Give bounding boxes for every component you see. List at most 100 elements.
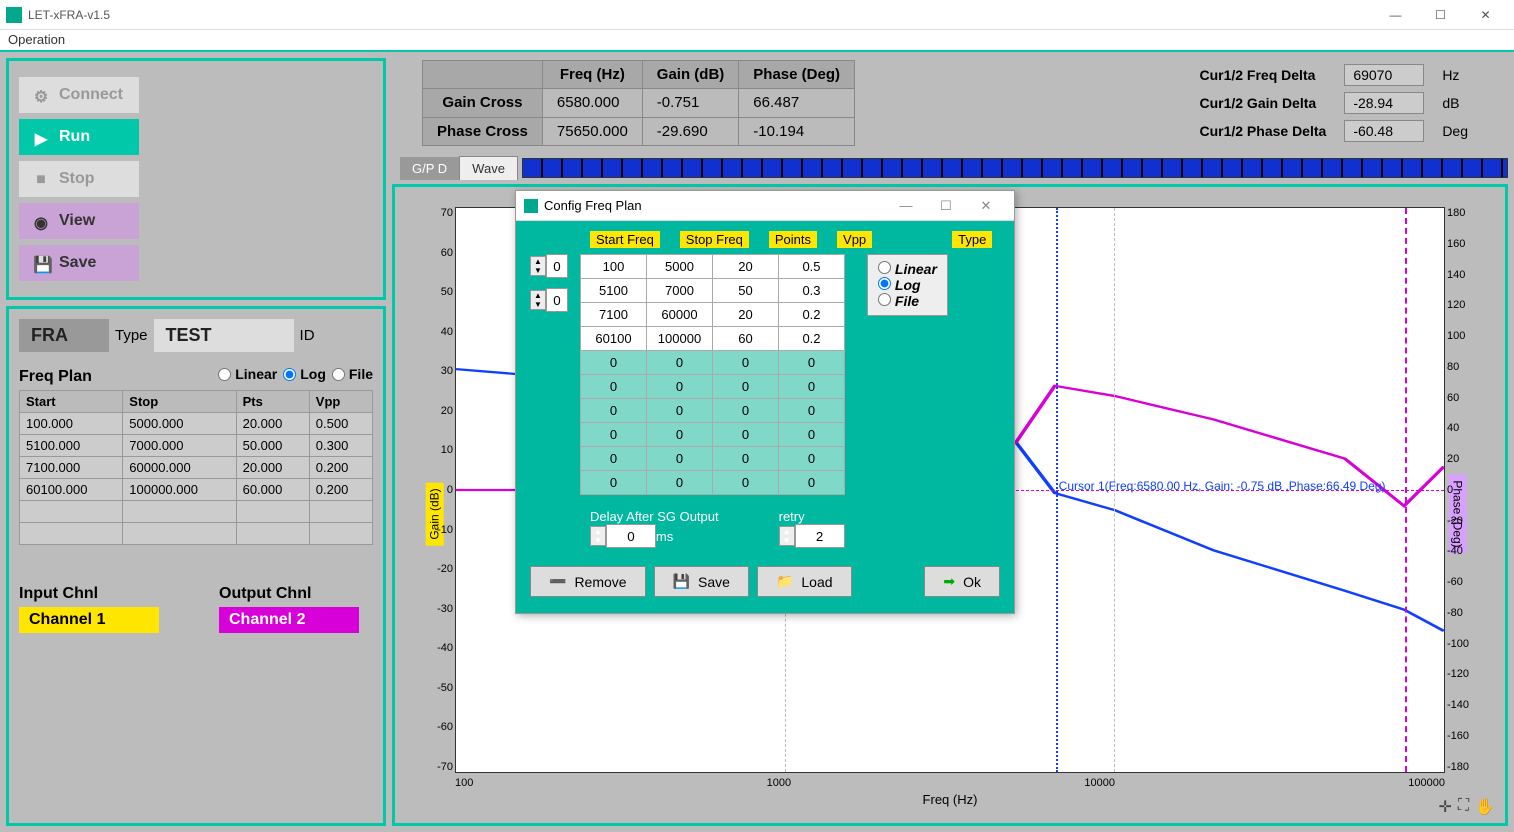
- table-row[interactable]: [20, 501, 373, 523]
- run-button[interactable]: ▶Run: [19, 119, 139, 155]
- delta-table: Cur1/2 Freq Delta69070HzCur1/2 Gain Delt…: [1189, 60, 1478, 146]
- close-button[interactable]: ✕: [1463, 0, 1508, 30]
- view-label: View: [59, 212, 95, 230]
- spinner-1[interactable]: ▲▼: [530, 254, 570, 278]
- id-value[interactable]: TEST: [154, 319, 294, 352]
- delay-label: Delay After SG Output: [590, 509, 719, 524]
- freq-plan-radios: Linear Log File: [214, 366, 373, 382]
- stop-icon: ■: [33, 171, 49, 187]
- table-row[interactable]: 0000: [581, 423, 845, 447]
- dialog-title: Config Freq Plan: [544, 198, 642, 213]
- radio-linear[interactable]: [218, 368, 231, 381]
- save-label: Save: [59, 254, 96, 272]
- up-arrow-icon[interactable]: ▲: [780, 527, 794, 536]
- radio-log[interactable]: [283, 368, 296, 381]
- timeline-bar[interactable]: [522, 158, 1508, 178]
- input-chnl-label: Input Chnl: [19, 585, 159, 603]
- table-row[interactable]: 5100.0007000.00050.0000.300: [20, 435, 373, 457]
- radio-file[interactable]: [332, 368, 345, 381]
- cross-table: Freq (Hz)Gain (dB)Phase (Deg)Gain Cross6…: [422, 60, 855, 146]
- app-logo-icon: [6, 7, 22, 23]
- up-arrow-icon[interactable]: ▲: [531, 257, 545, 266]
- col-header: Start: [20, 391, 123, 413]
- tab-wave[interactable]: Wave: [459, 156, 518, 180]
- table-row[interactable]: 100.0005000.00020.0000.500: [20, 413, 373, 435]
- spinner-2[interactable]: ▲▼: [530, 288, 570, 312]
- col-header: Pts: [236, 391, 309, 413]
- minus-icon: ➖: [549, 573, 566, 590]
- dialog-close-button[interactable]: ✕: [966, 198, 1006, 214]
- arrow-right-icon: ➡: [943, 573, 955, 590]
- dialog-radio-file[interactable]: [878, 293, 891, 306]
- id-label: ID: [300, 327, 315, 344]
- dialog-freq-table[interactable]: 1005000200.551007000500.3710060000200.26…: [580, 254, 845, 495]
- connect-button[interactable]: ⚙Connect: [19, 77, 139, 113]
- down-arrow-icon[interactable]: ▼: [780, 536, 794, 545]
- table-row[interactable]: [20, 523, 373, 545]
- save-button[interactable]: 💾 Save: [19, 245, 139, 281]
- output-chnl-value[interactable]: Channel 2: [219, 607, 359, 633]
- table-row[interactable]: 0000: [581, 447, 845, 471]
- tab-gpd[interactable]: G/P D: [400, 157, 459, 180]
- control-panel: ⚙Connect ▶Run ■Stop ◉View 💾 Save: [6, 58, 386, 300]
- table-row[interactable]: 0000: [581, 471, 845, 495]
- crosshair-icon[interactable]: ✛: [1438, 797, 1451, 817]
- dialog-titlebar[interactable]: Config Freq Plan — ☐ ✕: [516, 191, 1014, 221]
- dialog-save-button[interactable]: 💾Save: [654, 566, 749, 597]
- dialog-minimize-button[interactable]: —: [886, 198, 926, 213]
- table-row[interactable]: 7100.00060000.00020.0000.200: [20, 457, 373, 479]
- menu-operation[interactable]: Operation: [8, 32, 65, 47]
- save-icon: 💾: [673, 573, 690, 590]
- dialog-remove-button[interactable]: ➖Remove: [530, 566, 646, 597]
- input-chnl-value[interactable]: Channel 1: [19, 607, 159, 633]
- table-row: Phase Cross75650.000-29.690-10.194: [423, 117, 855, 145]
- down-arrow-icon[interactable]: ▼: [531, 266, 545, 275]
- table-row[interactable]: 51007000500.3: [581, 279, 845, 303]
- delay-unit: ms: [656, 529, 673, 544]
- dialog-ok-button[interactable]: ➡Ok: [924, 566, 1000, 597]
- table-row: Cur1/2 Gain Delta-28.94dB: [1191, 90, 1476, 116]
- down-arrow-icon[interactable]: ▼: [531, 300, 545, 309]
- table-row[interactable]: 0000: [581, 375, 845, 399]
- table-row[interactable]: 60100.000100000.00060.0000.200: [20, 479, 373, 501]
- save-icon: 💾: [33, 255, 49, 271]
- spinner-1-input[interactable]: [546, 254, 568, 278]
- up-arrow-icon[interactable]: ▲: [531, 291, 545, 300]
- x-ticks: 100100010000100000: [455, 777, 1445, 789]
- table-row[interactable]: 0000: [581, 351, 845, 375]
- freq-plan-label: Freq Plan: [19, 368, 92, 386]
- zoom-icon[interactable]: ⛶: [1458, 797, 1469, 817]
- dialog-logo-icon: [524, 199, 538, 213]
- type-value[interactable]: FRA: [19, 319, 109, 352]
- dialog-radio-log[interactable]: [878, 277, 891, 290]
- table-row[interactable]: 1005000200.5: [581, 255, 845, 279]
- down-arrow-icon[interactable]: ▼: [591, 536, 605, 545]
- chart-toolbox: ✛ ⛶ ✋: [1438, 797, 1495, 817]
- stop-button[interactable]: ■Stop: [19, 161, 139, 197]
- dialog-radio-linear[interactable]: [878, 261, 891, 274]
- cursor-2[interactable]: [1405, 208, 1407, 772]
- folder-icon: 📁: [776, 573, 793, 590]
- retry-input[interactable]: [795, 524, 845, 548]
- maximize-button[interactable]: ☐: [1418, 0, 1463, 30]
- view-button[interactable]: ◉View: [19, 203, 139, 239]
- cursor-1[interactable]: [1056, 208, 1058, 772]
- spinner-2-input[interactable]: [546, 288, 568, 312]
- table-row[interactable]: 710060000200.2: [581, 303, 845, 327]
- dialog-col-header: Start Freq: [590, 231, 660, 248]
- window-title: LET-xFRA-v1.5: [28, 8, 1373, 22]
- titlebar: LET-xFRA-v1.5 — ☐ ✕: [0, 0, 1514, 30]
- minimize-button[interactable]: —: [1373, 0, 1418, 30]
- menubar: Operation: [0, 30, 1514, 52]
- table-row: Gain Cross6580.000-0.75166.487: [423, 89, 855, 117]
- output-chnl-label: Output Chnl: [219, 585, 359, 603]
- table-row[interactable]: 0000: [581, 399, 845, 423]
- pan-icon[interactable]: ✋: [1475, 797, 1495, 817]
- dialog-load-button[interactable]: 📁Load: [757, 566, 852, 597]
- y1-ticks: 706050403020100-10-20-30-40-50-60-70: [425, 207, 453, 773]
- up-arrow-icon[interactable]: ▲: [591, 527, 605, 536]
- dialog-maximize-button[interactable]: ☐: [926, 198, 966, 214]
- table-row[interactable]: 60100100000600.2: [581, 327, 845, 351]
- delay-input[interactable]: [606, 524, 656, 548]
- col-header: Vpp: [309, 391, 372, 413]
